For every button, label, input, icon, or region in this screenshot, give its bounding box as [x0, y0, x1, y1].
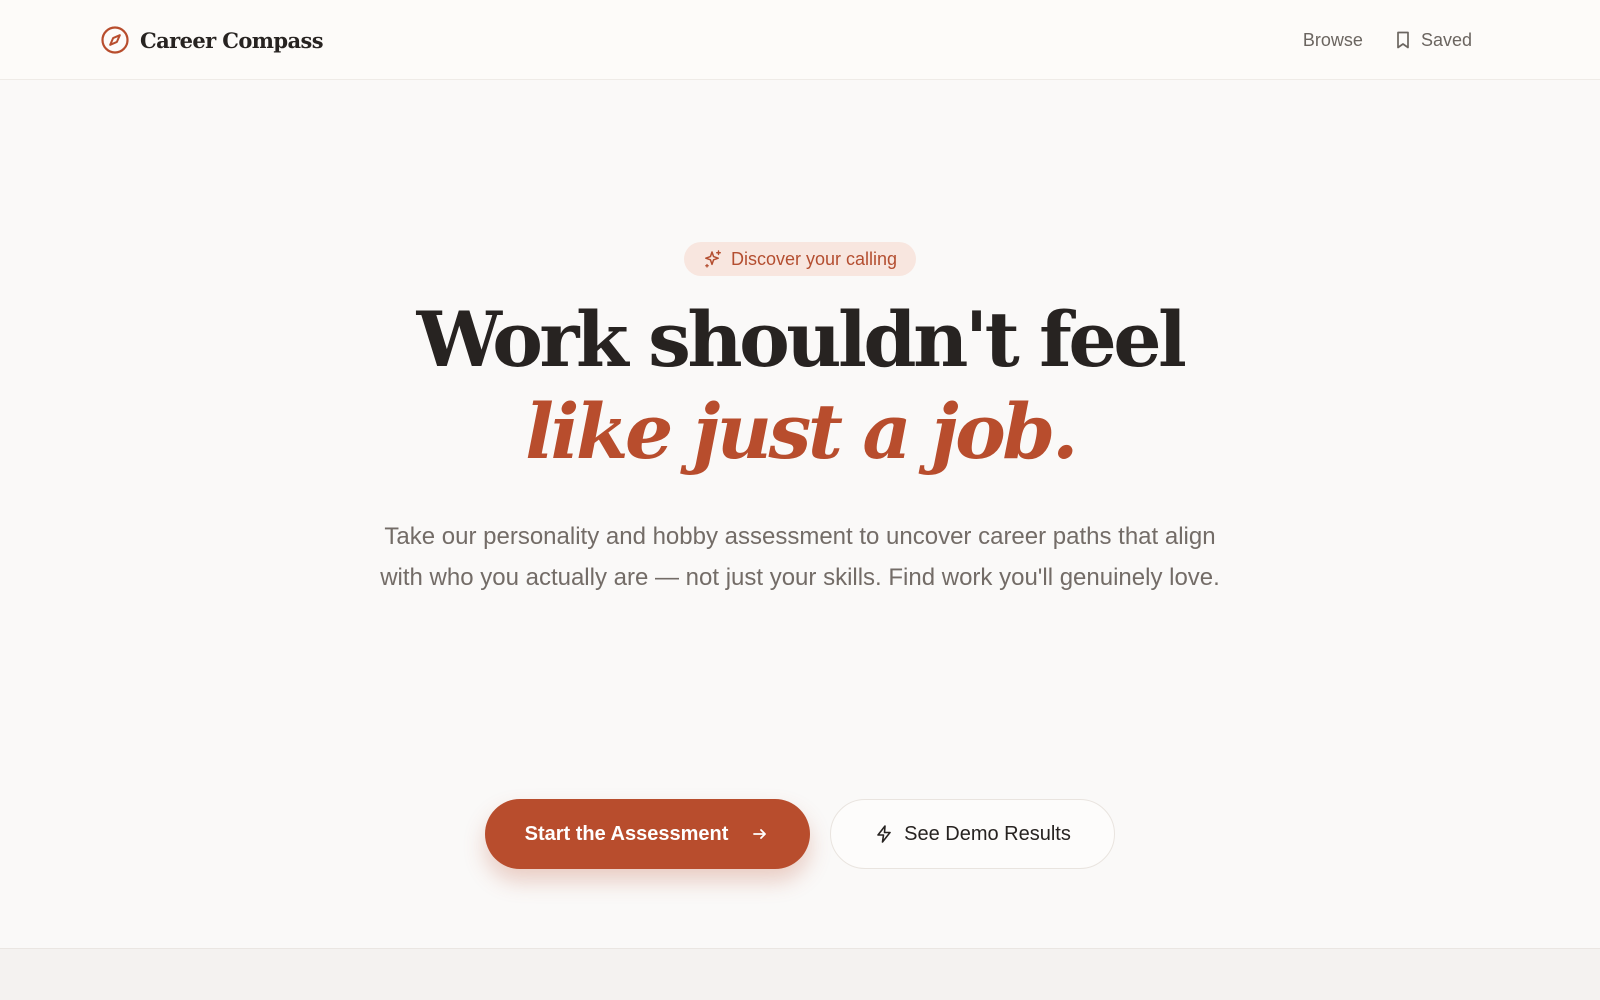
headline-line-2: like just a job.: [525, 387, 1078, 476]
headline-line-1: Work shouldn't feel: [416, 295, 1187, 384]
hero-section: Discover your calling Work shouldn't fee…: [0, 80, 1600, 948]
lightning-icon: [877, 825, 891, 843]
start-assessment-label: Start the Assessment: [524, 822, 729, 845]
arrow-right-icon: [753, 829, 767, 839]
compass-icon: [101, 26, 129, 54]
hero-subtitle: Take our personality and hobby assessmen…: [380, 523, 1220, 591]
hero-headline: Work shouldn't feel like just a job.: [300, 294, 1300, 478]
nav-link-browse[interactable]: Browse: [1303, 30, 1363, 51]
discover-badge: Discover your calling: [684, 242, 916, 276]
nav-link-saved-label: Saved: [1420, 29, 1472, 50]
see-demo-results-label: See Demo Results: [904, 822, 1071, 845]
see-demo-results-button[interactable]: See Demo Results: [830, 799, 1115, 869]
brand-name: Career Compass: [140, 27, 324, 53]
nav-link-saved[interactable]: Saved: [1393, 30, 1472, 51]
badge-label: Discover your calling: [730, 248, 898, 269]
bookmark-icon: [1397, 31, 1409, 49]
sparkles-icon: [705, 250, 721, 268]
main-nav: Browse Saved: [1303, 26, 1472, 54]
nav-link-browse-label: Browse: [1302, 29, 1363, 50]
next-section-edge: [0, 948, 1600, 1000]
top-nav-bar: Career Compass Browse Saved: [0, 0, 1600, 80]
start-assessment-button[interactable]: Start the Assessment: [485, 799, 810, 869]
brand-link[interactable]: Career Compass: [100, 24, 324, 56]
